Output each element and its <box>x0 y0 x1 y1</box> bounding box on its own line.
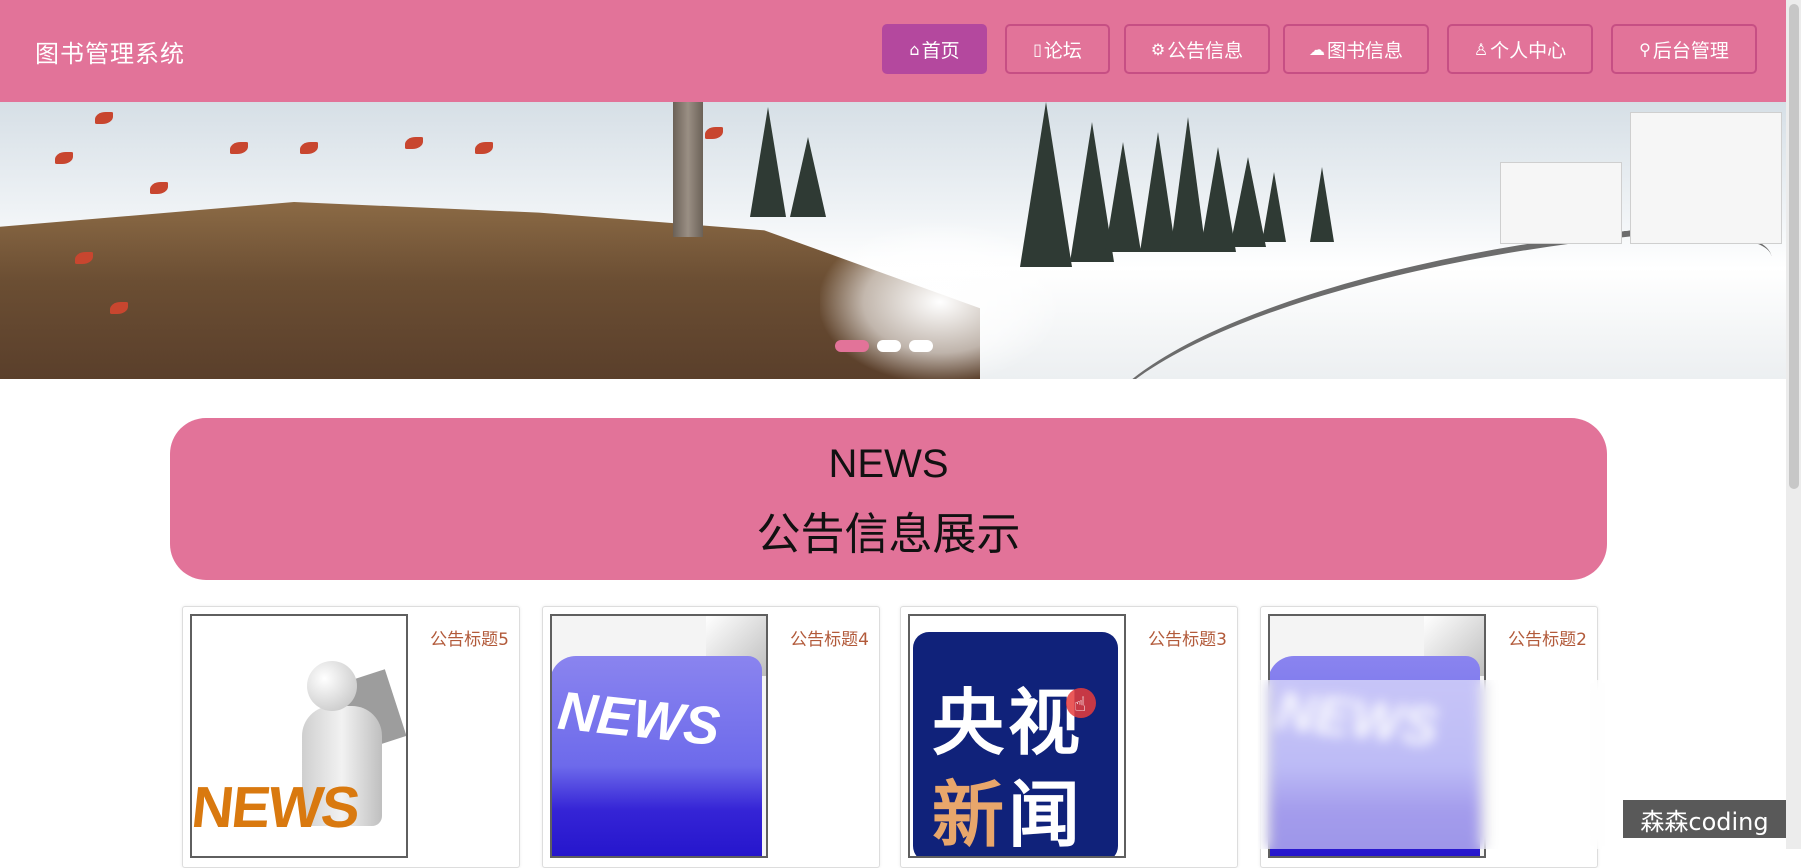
banner-pine-tree <box>1310 167 1334 242</box>
banner-leaf <box>475 142 493 154</box>
nav-profile[interactable]: ♙ 个人中心 <box>1447 24 1593 74</box>
news-card-title[interactable]: 公告标题4 <box>790 625 869 650</box>
banner-leaf <box>55 152 73 164</box>
news-card-title[interactable]: 公告标题3 <box>1148 625 1227 650</box>
banner-leaf <box>230 142 248 154</box>
cctv-text-bottom-a: 新 <box>932 773 1009 857</box>
figure-head-shape <box>307 661 357 711</box>
section-title-zh: 公告信息展示 <box>756 509 1021 560</box>
news-card-title[interactable]: 公告标题5 <box>430 625 509 650</box>
news-card[interactable]: 央视 新闻 ☝ 公告标题3 <box>900 606 1238 868</box>
scrollbar-thumb[interactable] <box>1789 4 1799 489</box>
banner-tree-trunk <box>673 102 703 237</box>
news-card-image[interactable]: NEWS <box>190 614 408 858</box>
cctv-text-bottom-b: 闻 <box>1008 773 1085 857</box>
banner-pine-tree <box>750 107 786 217</box>
cloud-icon: ☁ <box>1308 39 1325 59</box>
nav-home-label: 首页 <box>921 39 960 62</box>
nav-announcements[interactable]: ⚙ 公告信息 <box>1124 24 1270 74</box>
banner-leaf <box>405 137 423 149</box>
banner-pine-tree <box>1262 172 1286 242</box>
carousel-dot-3[interactable] <box>909 340 933 352</box>
carousel-dot-2[interactable] <box>877 340 901 352</box>
news-word-art: NEWS <box>190 775 362 840</box>
banner-house <box>1630 112 1782 244</box>
page-scrollbar[interactable] <box>1786 0 1801 849</box>
banner-house <box>1500 162 1622 244</box>
nav-forum[interactable]: ▯ 论坛 <box>1005 24 1110 74</box>
nav-announcements-label: 公告信息 <box>1167 39 1244 62</box>
home-icon: ⌂ <box>909 39 920 59</box>
nav-books[interactable]: ☁ 图书信息 <box>1283 24 1429 74</box>
banner-leaf <box>95 112 113 124</box>
news-section-header: NEWS 公告信息展示 <box>170 418 1607 580</box>
main-nav: ⌂ 首页 ▯ 论坛 ⚙ 公告信息 ☁ 图书信息 ♙ 个人中心 ⚲ 后台管理 <box>0 24 1786 78</box>
carousel-dot-1[interactable] <box>835 340 869 352</box>
announcement-icon: ⚙ <box>1150 39 1166 59</box>
top-navbar: 图书管理系统 ⌂ 首页 ▯ 论坛 ⚙ 公告信息 ☁ 图书信息 ♙ 个人中心 ⚲ … <box>0 0 1786 102</box>
banner-pine-tree <box>1020 102 1072 267</box>
hand-cursor-icon: ☝ <box>1074 692 1087 716</box>
news-card[interactable]: NEWS 公告标题4 <box>542 606 880 868</box>
banner-leaf <box>150 182 168 194</box>
cctv-text-bottom: 新闻 <box>932 756 1085 857</box>
news-card-title[interactable]: 公告标题2 <box>1508 625 1587 650</box>
watermark-label: 森森coding <box>1623 800 1786 838</box>
section-title-en: NEWS <box>828 442 949 486</box>
nav-admin[interactable]: ⚲ 后台管理 <box>1611 24 1757 74</box>
nav-admin-label: 后台管理 <box>1652 39 1729 62</box>
news-card-image[interactable]: NEWS <box>550 614 768 858</box>
banner-pine-tree <box>790 137 826 217</box>
carousel-indicators <box>835 340 933 352</box>
nav-profile-label: 个人中心 <box>1490 39 1567 62</box>
banner-pine-tree <box>1105 142 1141 252</box>
news-card-image[interactable]: 央视 新闻 ☝ <box>908 614 1126 858</box>
user-icon: ♙ <box>1473 39 1489 59</box>
link-icon: ⚲ <box>1639 39 1651 59</box>
news-card[interactable]: NEWS 公告标题5 <box>182 606 520 868</box>
banner-pine-tree <box>1230 157 1266 247</box>
banner-leaf <box>300 142 318 154</box>
forum-icon: ▯ <box>1033 39 1042 59</box>
nav-home[interactable]: ⌂ 首页 <box>882 24 987 74</box>
nav-forum-label: 论坛 <box>1043 39 1082 62</box>
cctv-text-top: 央视 <box>932 681 1085 765</box>
carousel-banner[interactable] <box>0 102 1786 379</box>
banner-leaf <box>705 127 723 139</box>
nav-books-label: 图书信息 <box>1326 39 1403 62</box>
